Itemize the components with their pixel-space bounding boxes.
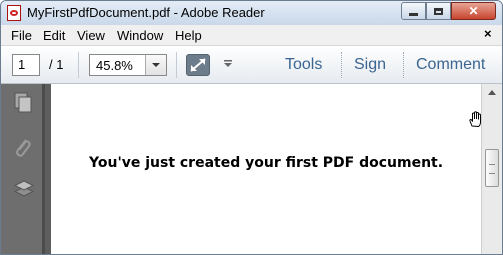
app-window: MyFirstPdfDocument.pdf - Adobe Reader ✕ …: [0, 0, 503, 255]
page-number-input[interactable]: 1: [12, 54, 40, 76]
comment-button[interactable]: Comment: [416, 56, 485, 74]
menu-view[interactable]: View: [77, 28, 105, 43]
scroll-up-icon[interactable]: [484, 86, 500, 100]
attachments-icon[interactable]: [13, 136, 33, 160]
toolbar-divider: [78, 52, 79, 78]
chevron-down-icon[interactable]: [145, 55, 166, 75]
window-title: MyFirstPdfDocument.pdf - Adobe Reader: [27, 5, 265, 20]
layers-icon[interactable]: [13, 178, 35, 200]
title-bar[interactable]: MyFirstPdfDocument.pdf - Adobe Reader ✕: [1, 1, 502, 25]
document-text: You've just created your first PDF docum…: [89, 155, 444, 171]
navigation-pane: [1, 84, 45, 254]
menu-bar: File Edit View Window Help ×: [1, 25, 502, 46]
menu-edit[interactable]: Edit: [43, 28, 65, 43]
toolbar-divider: [341, 52, 343, 78]
toolbar-divider: [403, 52, 405, 78]
minimize-button[interactable]: [401, 2, 426, 20]
page-thumbnails-icon[interactable]: [13, 92, 33, 114]
more-options-icon[interactable]: [224, 60, 232, 68]
maximize-button[interactable]: [426, 2, 451, 20]
tools-button[interactable]: Tools: [285, 56, 322, 74]
toolbar: 1 / 1 45.8% Tools Sign Comment: [1, 46, 502, 84]
expand-arrows-icon: [190, 58, 206, 72]
sign-button[interactable]: Sign: [354, 56, 386, 74]
zoom-value: 45.8%: [96, 58, 133, 73]
close-icon: ✕: [468, 4, 479, 18]
document-close-icon[interactable]: ×: [484, 26, 492, 41]
pdf-app-icon: [7, 5, 21, 21]
close-button[interactable]: ✕: [451, 2, 496, 20]
full-screen-button[interactable]: [186, 54, 210, 76]
menu-file[interactable]: File: [11, 28, 32, 43]
menu-window[interactable]: Window: [117, 28, 163, 43]
zoom-select[interactable]: 45.8%: [89, 54, 167, 76]
maximize-icon: [434, 7, 443, 15]
toolbar-divider: [176, 52, 177, 78]
document-view[interactable]: You've just created your first PDF docum…: [45, 84, 484, 254]
minimize-icon: [409, 12, 418, 16]
vertical-scrollbar[interactable]: [481, 84, 502, 254]
page-total: / 1: [49, 57, 64, 72]
scroll-thumb[interactable]: [485, 149, 499, 187]
menu-help[interactable]: Help: [175, 28, 202, 43]
